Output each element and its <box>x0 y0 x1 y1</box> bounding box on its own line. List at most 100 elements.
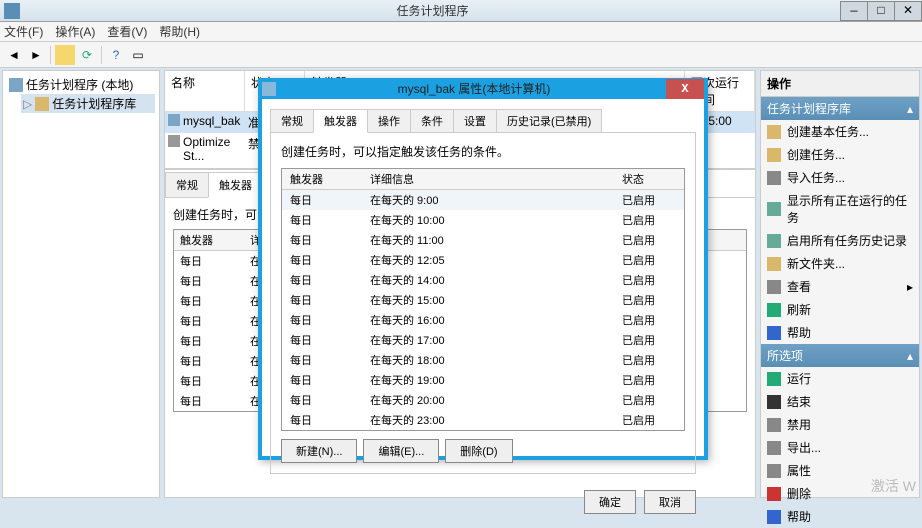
menu-file[interactable]: 文件(F) <box>4 23 43 40</box>
action-item[interactable]: 创建基本任务... <box>761 120 919 143</box>
dialog-trigger-row[interactable]: 每日在每天的 20:00已启用 <box>282 390 684 410</box>
menubar: 文件(F) 操作(A) 查看(V) 帮助(H) <box>0 22 922 42</box>
task-icon <box>168 114 180 126</box>
action-icon <box>767 257 781 271</box>
forward-icon[interactable]: ► <box>26 45 46 65</box>
action-icon <box>767 418 781 432</box>
dialog-close-button[interactable]: X <box>666 79 704 99</box>
dlg-tab-history[interactable]: 历史记录(已禁用) <box>496 109 602 132</box>
dcol-detail[interactable]: 详细信息 <box>362 169 614 189</box>
action-icon <box>767 125 781 139</box>
collapse-icon[interactable]: ▴ <box>907 349 913 363</box>
actions-section-selected[interactable]: 所选项▴ <box>761 344 919 367</box>
dialog-trigger-row[interactable]: 每日在每天的 12:05已启用 <box>282 250 684 270</box>
maximize-button[interactable]: □ <box>867 1 895 21</box>
dialog-title: mysql_bak 属性(本地计算机) <box>302 78 646 99</box>
tree-panel: 任务计划程序 (本地) ▷ 任务计划程序库 <box>2 70 160 498</box>
toolbar: ◄ ► ⟳ ? ▭ <box>0 42 922 68</box>
help-icon[interactable]: ? <box>106 45 126 65</box>
action-item[interactable]: 帮助 <box>761 321 919 344</box>
action-icon <box>767 303 781 317</box>
tab-general[interactable]: 常规 <box>165 172 209 197</box>
action-item[interactable]: 结束 <box>761 390 919 413</box>
action-item[interactable]: 运行 <box>761 367 919 390</box>
dialog-trigger-row[interactable]: 每日在每天的 23:00已启用 <box>282 410 684 430</box>
ok-button[interactable]: 确定 <box>584 490 636 514</box>
new-button[interactable]: 新建(N)... <box>281 439 357 463</box>
dcol-trigger[interactable]: 触发器 <box>282 169 362 189</box>
dlg-tab-actions[interactable]: 操作 <box>367 109 411 132</box>
properties-dialog: mysql_bak 属性(本地计算机) X 常规 触发器 操作 条件 设置 历史… <box>258 78 708 460</box>
dialog-trigger-row[interactable]: 每日在每天的 17:00已启用 <box>282 330 684 350</box>
menu-action[interactable]: 操作(A) <box>55 23 95 40</box>
minimize-button[interactable]: — <box>840 1 868 21</box>
cancel-button[interactable]: 取消 <box>644 490 696 514</box>
tree-root[interactable]: 任务计划程序 (本地) <box>7 75 155 94</box>
dialog-trigger-row[interactable]: 每日在每天的 18:00已启用 <box>282 350 684 370</box>
dialog-trigger-row[interactable]: 每日在每天的 16:00已启用 <box>282 310 684 330</box>
task-icon <box>168 135 180 147</box>
action-item[interactable]: 帮助 <box>761 505 919 528</box>
dialog-trigger-row[interactable]: 每日在每天的 19:00已启用 <box>282 370 684 390</box>
menu-view[interactable]: 查看(V) <box>107 23 147 40</box>
tree-library[interactable]: ▷ 任务计划程序库 <box>21 94 155 113</box>
action-icon[interactable] <box>55 45 75 65</box>
menu-help[interactable]: 帮助(H) <box>159 23 200 40</box>
action-icon <box>767 372 781 386</box>
collapse-icon[interactable]: ▴ <box>907 102 913 116</box>
action-item[interactable]: 导出... <box>761 436 919 459</box>
dialog-title-bar: mysql_bak 属性(本地计算机) X <box>258 78 708 99</box>
dialog-trigger-row[interactable]: 每日在每天的 9:00已启用 <box>282 190 684 210</box>
dialog-trigger-row[interactable]: 每日在每天的 11:00已启用 <box>282 230 684 250</box>
bcol-trigger[interactable]: 触发器 <box>174 230 244 250</box>
delete-button[interactable]: 删除(D) <box>445 439 512 463</box>
tab-triggers[interactable]: 触发器 <box>208 172 263 198</box>
action-item[interactable]: 启用所有任务历史记录 <box>761 229 919 252</box>
actions-panel: 操作 任务计划程序库▴ 创建基本任务...创建任务...导入任务...显示所有正… <box>760 70 920 498</box>
app-icon <box>4 3 20 19</box>
tree-library-label: 任务计划程序库 <box>52 95 136 112</box>
window-title-bar: 任务计划程序 — □ ✕ <box>0 0 922 22</box>
action-item[interactable]: 创建任务... <box>761 143 919 166</box>
dialog-tabs: 常规 触发器 操作 条件 设置 历史记录(已禁用) <box>270 107 696 133</box>
action-icon <box>767 148 781 162</box>
window-title: 任务计划程序 <box>24 2 841 19</box>
dialog-trigger-row[interactable]: 每日在每天的 10:00已启用 <box>282 210 684 230</box>
action-icon <box>767 487 781 501</box>
action-icon <box>767 395 781 409</box>
action-icon <box>767 326 781 340</box>
panel-icon[interactable]: ▭ <box>128 45 148 65</box>
action-icon <box>767 280 781 294</box>
actions-title: 操作 <box>761 71 919 97</box>
action-icon <box>767 202 781 216</box>
actions-section-library[interactable]: 任务计划程序库▴ <box>761 97 919 120</box>
col-name[interactable]: 名称 <box>165 71 245 111</box>
action-icon <box>767 441 781 455</box>
dlg-tab-general[interactable]: 常规 <box>270 109 314 132</box>
dlg-tab-conditions[interactable]: 条件 <box>410 109 454 132</box>
dlg-tab-triggers[interactable]: 触发器 <box>313 109 368 133</box>
close-button[interactable]: ✕ <box>894 1 922 21</box>
action-item[interactable]: 显示所有正在运行的任务 <box>761 189 919 229</box>
action-item[interactable]: 导入任务... <box>761 166 919 189</box>
action-icon <box>767 234 781 248</box>
dlg-tab-settings[interactable]: 设置 <box>453 109 497 132</box>
dialog-trigger-row[interactable]: 每日在每天的 14:00已启用 <box>282 270 684 290</box>
refresh-icon[interactable]: ⟳ <box>77 45 97 65</box>
dcol-state[interactable]: 状态 <box>614 169 684 189</box>
action-item[interactable]: 查看▸ <box>761 275 919 298</box>
action-icon <box>767 171 781 185</box>
dialog-trigger-row[interactable]: 每日在每天的 15:00已启用 <box>282 290 684 310</box>
edit-button[interactable]: 编辑(E)... <box>363 439 439 463</box>
action-icon <box>767 510 781 524</box>
action-icon <box>767 464 781 478</box>
expand-icon[interactable]: ▷ <box>23 97 32 111</box>
clock-icon <box>9 78 23 92</box>
action-item[interactable]: 新文件夹... <box>761 252 919 275</box>
dialog-icon <box>262 82 276 96</box>
action-item[interactable]: 刷新 <box>761 298 919 321</box>
dialog-desc: 创建任务时，可以指定触发该任务的条件。 <box>281 143 685 160</box>
action-item[interactable]: 禁用 <box>761 413 919 436</box>
folder-icon <box>35 97 49 111</box>
back-icon[interactable]: ◄ <box>4 45 24 65</box>
